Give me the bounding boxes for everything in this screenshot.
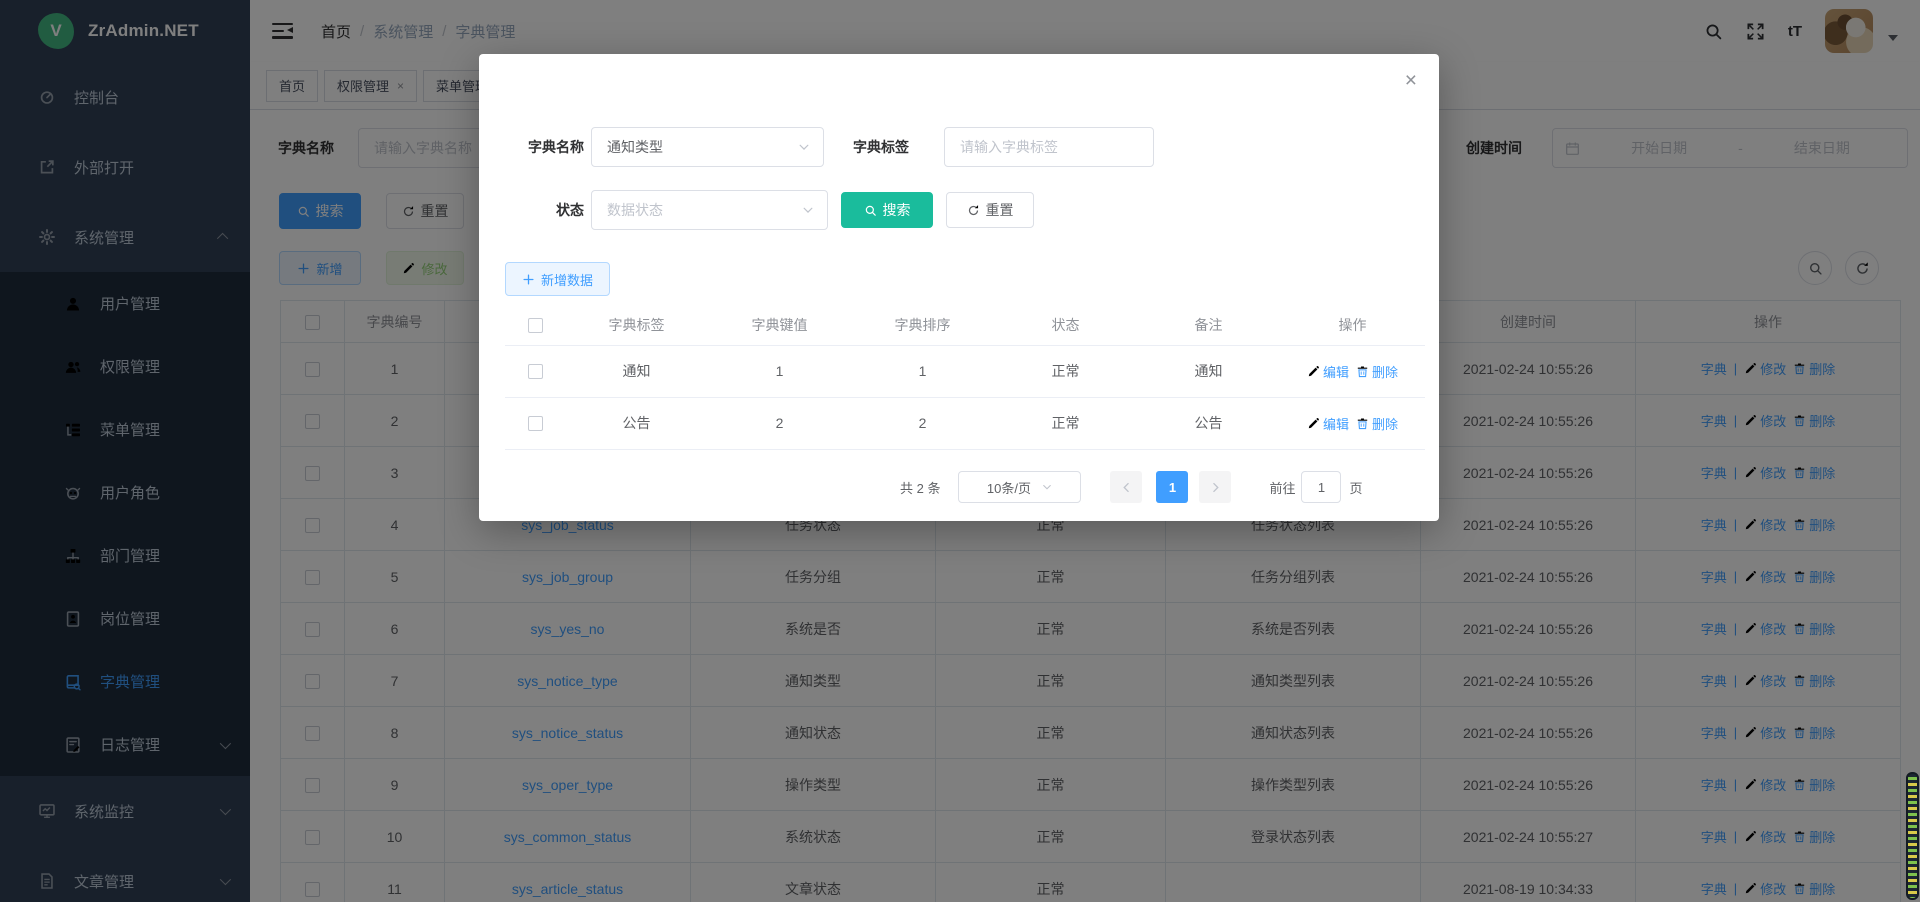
pencil-icon [1307, 365, 1320, 378]
modal-row-action-edit[interactable]: 编辑 [1307, 414, 1349, 433]
app-window: V ZrAdmin.NET 控制台 外部打开 系统管理 用户管理 [0, 0, 1920, 902]
goto-page-input[interactable] [1301, 471, 1341, 503]
modal-dict-name-label: 字典名称 [479, 127, 584, 167]
modal-row-action-delete[interactable]: 删除 [1356, 362, 1398, 381]
modal-row-checkbox[interactable] [528, 364, 543, 379]
modal-row-action-edit[interactable]: 编辑 [1307, 362, 1349, 381]
cell-dict-sort: 1 [851, 345, 994, 397]
modal-row-action-delete-label: 删除 [1372, 362, 1398, 381]
modal-table-body: 通知 1 1 正常 通知 编辑 删除 公告 2 2 正常 公告 编辑 删除 [505, 345, 1425, 449]
cell-dict-label: 通知 [565, 345, 708, 397]
modal-dict-name-select[interactable]: 通知类型 [591, 127, 824, 167]
scrollbar[interactable] [1906, 772, 1919, 900]
modal-select-all-checkbox[interactable] [528, 318, 543, 333]
modal-table-row: 通知 1 1 正常 通知 编辑 删除 [505, 345, 1425, 397]
next-page-button[interactable] [1199, 471, 1231, 503]
modal-table-header-row: 字典标签 字典键值 字典排序 状态 备注 操作 [505, 305, 1425, 345]
cell-dict-value: 2 [708, 397, 851, 449]
dict-data-dialog: × 字典名称 通知类型 字典标签 状态 数据状态 搜索 重置 新增数据 字典标签… [479, 54, 1439, 521]
modal-reset-button[interactable]: 重置 [946, 192, 1034, 228]
modal-dict-data-table: 字典标签 字典键值 字典排序 状态 备注 操作 通知 1 1 正常 通知 编辑 … [505, 305, 1425, 450]
modal-dict-name-value: 通知类型 [607, 137, 797, 157]
modal-column-dict-sort: 字典排序 [851, 305, 994, 345]
modal-reset-button-label: 重置 [986, 200, 1014, 220]
cell-status: 正常 [994, 345, 1137, 397]
cell-dict-value: 1 [708, 345, 851, 397]
modal-row-checkbox[interactable] [528, 416, 543, 431]
modal-column-status: 状态 [994, 305, 1137, 345]
cell-dict-sort: 2 [851, 397, 994, 449]
modal-add-data-button[interactable]: 新增数据 [505, 262, 610, 296]
prev-page-button[interactable] [1110, 471, 1142, 503]
modal-row-action-edit-label: 编辑 [1323, 414, 1349, 433]
pencil-icon [1307, 417, 1320, 430]
modal-status-select[interactable]: 数据状态 [591, 190, 828, 230]
chevron-down-icon [1041, 481, 1053, 493]
pagination-total: 共 2 条 [900, 478, 940, 497]
page-size-value: 10条/页 [987, 478, 1031, 497]
modal-column-dict-value: 字典键值 [708, 305, 851, 345]
modal-add-data-button-label: 新增数据 [541, 270, 593, 289]
cell-status: 正常 [994, 397, 1137, 449]
close-icon[interactable]: × [1405, 70, 1417, 91]
cell-remark: 通知 [1137, 345, 1280, 397]
modal-search-button[interactable]: 搜索 [841, 192, 933, 228]
modal-column-dict-label: 字典标签 [565, 305, 708, 345]
modal-table-row: 公告 2 2 正常 公告 编辑 删除 [505, 397, 1425, 449]
modal-row-action-delete-label: 删除 [1372, 414, 1398, 433]
modal-column-remark: 备注 [1137, 305, 1280, 345]
goto-page-label: 前往 [1269, 478, 1295, 497]
trash-icon [1356, 365, 1369, 378]
modal-dict-label-input[interactable] [944, 127, 1154, 167]
modal-dict-label-label: 字典标签 [824, 127, 909, 167]
modal-pagination: 共 2 条 10条/页 1 前往 页 [900, 471, 1363, 503]
modal-row-action-delete[interactable]: 删除 [1356, 414, 1398, 433]
modal-column-actions: 操作 [1280, 305, 1425, 345]
trash-icon [1356, 417, 1369, 430]
page-unit-label: 页 [1349, 478, 1362, 497]
modal-status-label: 状态 [479, 190, 584, 230]
cell-remark: 公告 [1137, 397, 1280, 449]
chevron-down-icon [797, 140, 811, 154]
cell-dict-label: 公告 [565, 397, 708, 449]
modal-search-button-label: 搜索 [883, 200, 911, 220]
page-size-select[interactable]: 10条/页 [958, 471, 1081, 503]
chevron-down-icon [801, 203, 815, 217]
page-number-button[interactable]: 1 [1156, 471, 1188, 503]
modal-status-placeholder: 数据状态 [607, 200, 801, 220]
modal-row-action-edit-label: 编辑 [1323, 362, 1349, 381]
